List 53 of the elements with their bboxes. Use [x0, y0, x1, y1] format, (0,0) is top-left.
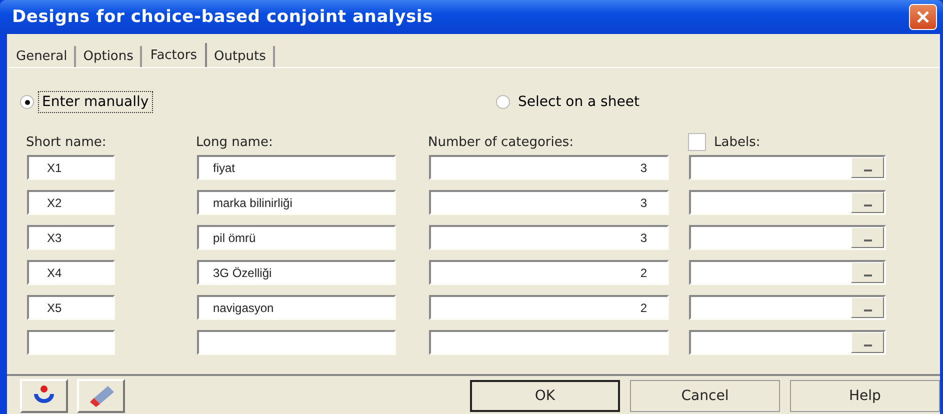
long-name-field[interactable]: [197, 330, 396, 355]
categories-field[interactable]: 2: [429, 295, 669, 320]
radio-label[interactable]: Enter manually: [38, 91, 153, 113]
dialog-button[interactable]: Cancel: [630, 380, 780, 412]
labels-field[interactable]: [689, 295, 886, 320]
browse-button[interactable]: [851, 157, 884, 178]
radio-button[interactable]: [20, 95, 34, 109]
browse-button[interactable]: [851, 192, 884, 213]
browse-button[interactable]: [851, 262, 884, 283]
labels-field[interactable]: [689, 260, 886, 285]
labels-field[interactable]: [689, 225, 886, 250]
short-name-field[interactable]: X2: [27, 190, 115, 215]
long-name-field[interactable]: pil ömrü: [197, 225, 396, 250]
ellipsis-icon: [864, 204, 872, 207]
long-name-field[interactable]: fiyat: [197, 155, 396, 180]
column-label: Labels:: [714, 134, 760, 150]
close-button[interactable]: [909, 4, 937, 30]
categories-field[interactable]: 3: [429, 190, 669, 215]
dialog-button[interactable]: OK: [470, 380, 620, 412]
browse-button[interactable]: [851, 227, 884, 248]
labels-checkbox[interactable]: [688, 133, 706, 151]
short-name-field[interactable]: X5: [27, 295, 115, 320]
short-name-field[interactable]: X4: [27, 260, 115, 285]
short-name-field[interactable]: X3: [27, 225, 115, 250]
browse-button[interactable]: [851, 332, 884, 353]
column-label: Number of categories:: [428, 134, 575, 150]
categories-field[interactable]: 3: [429, 155, 669, 180]
ellipsis-icon: [864, 344, 872, 347]
labels-field[interactable]: [689, 330, 886, 355]
long-name-field[interactable]: marka bilinirliği: [197, 190, 396, 215]
dialog-button[interactable]: Help: [790, 380, 940, 412]
labels-field[interactable]: [689, 155, 886, 180]
ellipsis-icon: [864, 309, 872, 312]
categories-field[interactable]: [429, 330, 669, 355]
browse-button[interactable]: [851, 297, 884, 318]
categories-field[interactable]: 2: [429, 260, 669, 285]
reset-button[interactable]: [20, 379, 68, 413]
window-title: Designs for choice-based conjoint analysis: [12, 7, 433, 27]
labels-field[interactable]: [689, 190, 886, 215]
ellipsis-icon: [864, 239, 872, 242]
long-name-field[interactable]: 3G Özelliği: [197, 260, 396, 285]
short-name-field[interactable]: [27, 330, 115, 355]
long-name-field[interactable]: navigasyon: [197, 295, 396, 320]
close-icon: [916, 10, 930, 24]
radio-button[interactable]: [496, 95, 510, 109]
column-label: Short name:: [26, 134, 108, 150]
ellipsis-icon: [864, 274, 872, 277]
short-name-field[interactable]: X1: [27, 155, 115, 180]
column-label: Long name:: [196, 134, 274, 150]
eraser-button[interactable]: [77, 379, 125, 413]
ellipsis-icon: [864, 169, 872, 172]
radio-label[interactable]: Select on a sheet: [514, 91, 644, 113]
categories-field[interactable]: 3: [429, 225, 669, 250]
